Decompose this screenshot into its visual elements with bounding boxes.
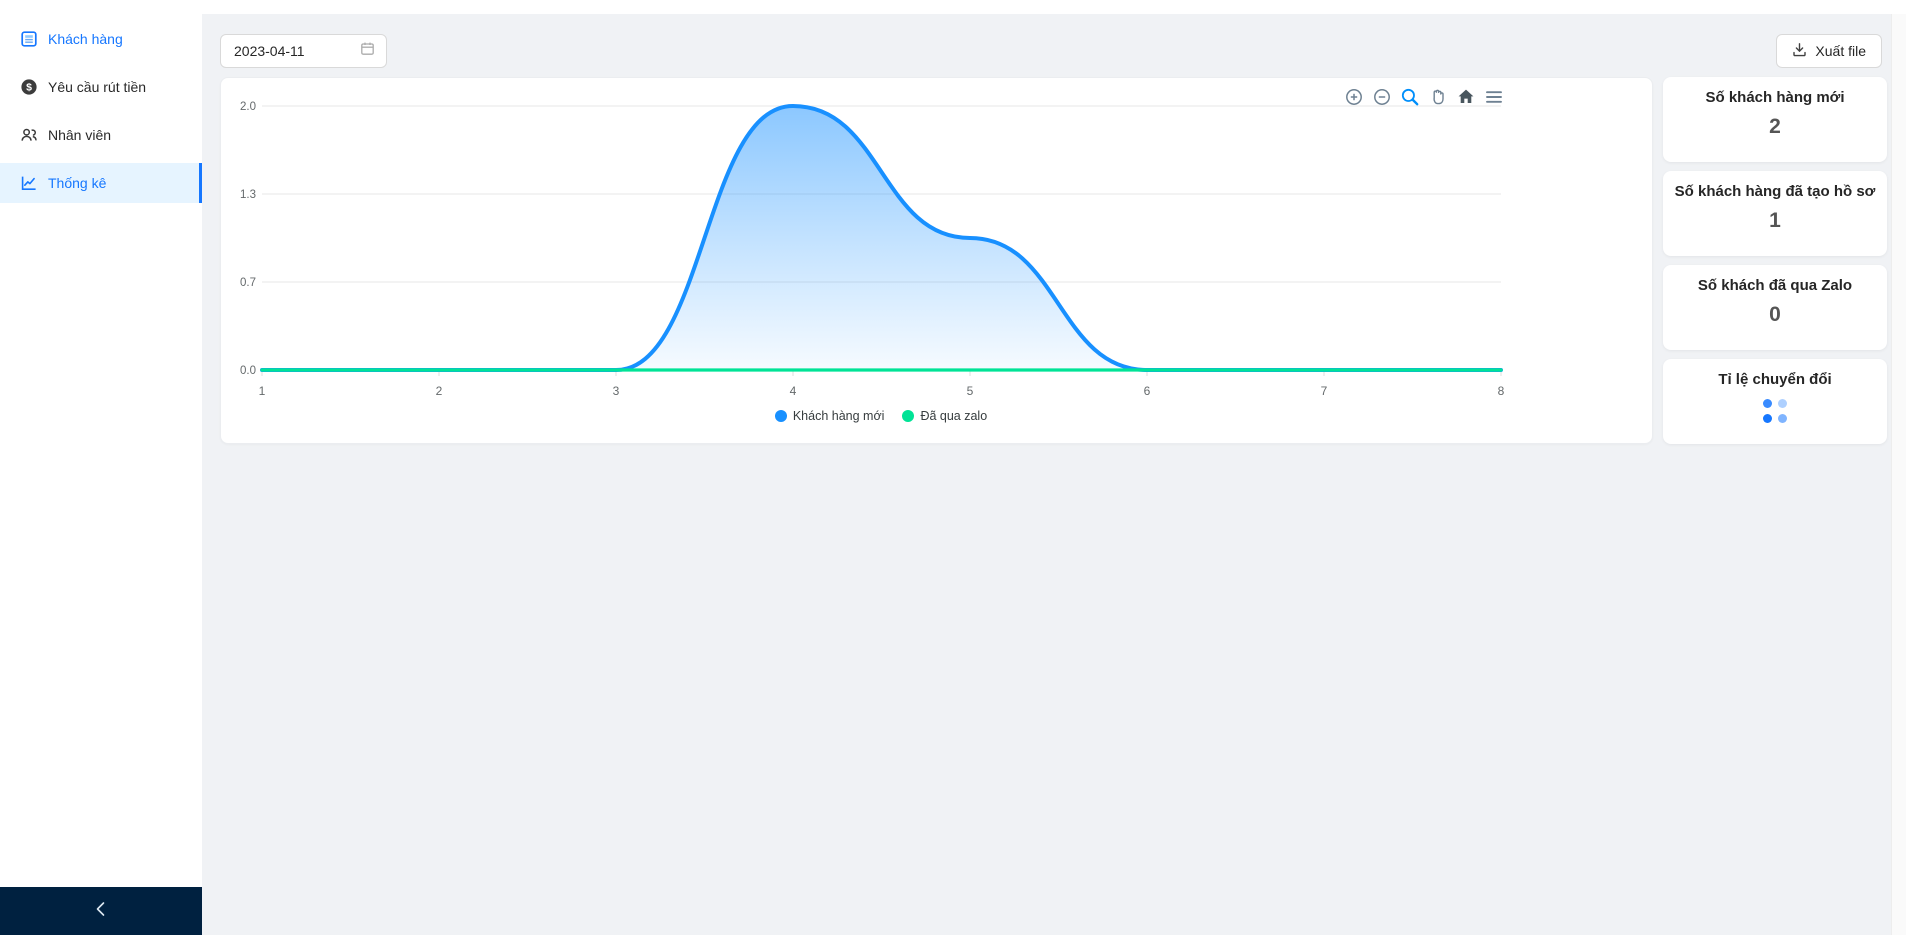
sidebar-item-label: Thống kê bbox=[48, 175, 106, 191]
stat-card-zalo-customers: Số khách đã qua Zalo 0 bbox=[1663, 265, 1887, 350]
stat-value: 0 bbox=[1769, 303, 1781, 327]
x-axis-label: 4 bbox=[790, 384, 797, 398]
zoom-in-icon[interactable] bbox=[1343, 86, 1364, 107]
stat-cards: Số khách hàng mới 2 Số khách hàng đã tạo… bbox=[1663, 77, 1887, 444]
export-file-label: Xuất file bbox=[1815, 43, 1866, 59]
stat-card-new-customers: Số khách hàng mới 2 bbox=[1663, 77, 1887, 162]
app-root: Khách hàng $ Yêu cầu rút tiền bbox=[0, 0, 1906, 935]
sidebar-item-nhan-vien[interactable]: Nhân viên bbox=[0, 115, 202, 155]
selection-zoom-icon[interactable] bbox=[1399, 86, 1420, 107]
download-icon bbox=[1792, 42, 1807, 60]
y-axis-label: 1.3 bbox=[240, 189, 256, 201]
stat-card-conversion-rate: Tỉ lệ chuyển đổi bbox=[1663, 359, 1887, 444]
legend-label: Đã qua zalo bbox=[920, 409, 987, 423]
legend-item-da-qua-zalo[interactable]: Đã qua zalo bbox=[902, 409, 987, 423]
svg-text:$: $ bbox=[26, 82, 32, 94]
date-picker[interactable] bbox=[220, 34, 387, 68]
legend-dot-blue bbox=[775, 410, 787, 422]
sidebar-collapse-button[interactable] bbox=[0, 887, 202, 935]
y-axis-label: 0.7 bbox=[240, 277, 256, 289]
stat-title: Số khách đã qua Zalo bbox=[1698, 277, 1852, 294]
stat-title: Số khách hàng đã tạo hồ sơ bbox=[1675, 183, 1876, 200]
stat-card-profiles-created: Số khách hàng đã tạo hồ sơ 1 bbox=[1663, 171, 1887, 256]
x-axis-label: 2 bbox=[436, 384, 443, 398]
chart-svg[interactable]: 2.0 1.3 0.7 0.01 2 3 4 5 6 7 8 bbox=[221, 78, 1652, 443]
x-axis-label: 3 bbox=[613, 384, 620, 398]
chart-card: 2.0 1.3 0.7 0.01 2 3 4 5 6 7 8 Khách hàng mới Đã q… bbox=[220, 77, 1653, 444]
withdrawal-icon: $ bbox=[20, 78, 38, 96]
sidebar-item-label: Nhân viên bbox=[48, 127, 111, 143]
chart-toolbar bbox=[1343, 86, 1504, 107]
stat-value: 2 bbox=[1769, 115, 1781, 139]
reset-zoom-home-icon[interactable] bbox=[1455, 86, 1476, 107]
stat-value: 1 bbox=[1769, 209, 1781, 233]
loading-spinner bbox=[1762, 398, 1788, 424]
x-axis-label: 1 bbox=[259, 384, 266, 398]
x-axis-label: 6 bbox=[1144, 384, 1151, 398]
statistics-icon bbox=[20, 174, 38, 192]
y-axis-label: 2.0 bbox=[240, 101, 256, 113]
sidebar-item-khach-hang[interactable]: Khách hàng bbox=[0, 19, 202, 59]
chart-legend: Khách hàng mới Đã qua zalo bbox=[221, 409, 1541, 423]
legend-label: Khách hàng mới bbox=[793, 409, 885, 423]
menu-icon[interactable] bbox=[1483, 86, 1504, 107]
sidebar-item-label: Yêu cầu rút tiền bbox=[48, 79, 146, 95]
stat-title: Số khách hàng mới bbox=[1705, 89, 1844, 106]
x-axis-label: 8 bbox=[1498, 384, 1505, 398]
sidebar-item-thong-ke[interactable]: Thống kê bbox=[0, 163, 202, 203]
area-fill bbox=[262, 106, 1501, 370]
export-file-button[interactable]: Xuất file bbox=[1776, 34, 1882, 68]
legend-item-khach-hang-moi[interactable]: Khách hàng mới bbox=[775, 409, 885, 423]
pan-icon[interactable] bbox=[1427, 86, 1448, 107]
sidebar-item-yeu-cau-rut-tien[interactable]: $ Yêu cầu rút tiền bbox=[0, 67, 202, 107]
x-axis-label: 5 bbox=[967, 384, 974, 398]
x-axis-label: 7 bbox=[1321, 384, 1328, 398]
vertical-scrollbar[interactable] bbox=[1891, 14, 1906, 935]
sidebar: Khách hàng $ Yêu cầu rút tiền bbox=[0, 0, 202, 935]
customers-icon bbox=[20, 30, 38, 48]
date-input[interactable] bbox=[232, 42, 360, 60]
sidebar-menu: Khách hàng $ Yêu cầu rút tiền bbox=[0, 0, 202, 203]
legend-dot-green bbox=[902, 410, 914, 422]
y-axis-label: 0.0 bbox=[240, 365, 256, 377]
staff-icon bbox=[20, 126, 38, 144]
zoom-out-icon[interactable] bbox=[1371, 86, 1392, 107]
calendar-icon bbox=[360, 41, 375, 61]
chevron-left-icon bbox=[93, 900, 109, 923]
stat-title: Tỉ lệ chuyển đổi bbox=[1718, 371, 1831, 388]
sidebar-item-label: Khách hàng bbox=[48, 31, 123, 47]
